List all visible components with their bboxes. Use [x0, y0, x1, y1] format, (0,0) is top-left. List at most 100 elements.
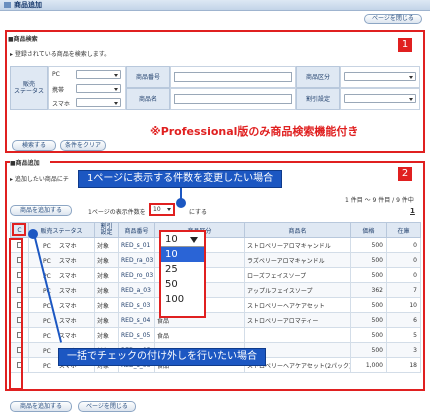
status-mobile-select[interactable] — [76, 84, 121, 93]
close-page-button-top[interactable]: ページを閉じる — [364, 14, 422, 24]
per-page-select[interactable]: 10 — [149, 203, 175, 216]
cell-name: ストロベリーアロマキャンドル — [244, 237, 351, 253]
cell-status: PCスマホ — [28, 282, 95, 298]
cell-status: PC スマホ — [28, 312, 95, 328]
cell-number: RED_ro_03 — [118, 267, 155, 283]
cell-number: RED_s_05 — [118, 327, 155, 343]
cell-discount: 対象 — [94, 282, 119, 298]
status-pc: PC — [43, 347, 51, 355]
window-title: 商品追加 — [14, 1, 42, 9]
cell-stock: 3 — [386, 342, 421, 358]
per-page-option-100[interactable]: 100 — [161, 292, 204, 307]
cell-stock: 0 — [386, 237, 421, 253]
cell-price: 500 — [350, 297, 387, 313]
professional-note: ※Professional版のみ商品検索機能付き — [150, 125, 359, 138]
search-header: ■商品検索 — [8, 36, 38, 43]
search-button[interactable]: 検索する — [12, 140, 56, 151]
callout-pointer-per-page — [176, 198, 186, 208]
cell-discount: 対象 — [94, 237, 119, 253]
status-pc-label: PC — [52, 71, 60, 78]
table-row: PC スマホ 対象 RED_ro_03 ローズフェイスソープ 500 0 — [10, 267, 421, 283]
window-titlebar: 商品追加 — [0, 0, 430, 11]
col-status: 販売ステータス — [28, 222, 95, 238]
cell-stock: 5 — [386, 327, 421, 343]
status-pc: PC — [43, 362, 51, 370]
table-row: PCスマホ対象RED_a_03 アップルフェイスソープ3627 — [10, 282, 421, 298]
cell-name: アップルフェイスソープ — [244, 282, 351, 298]
cell-name — [244, 327, 351, 343]
close-page-button-bottom[interactable]: ページを閉じる — [78, 401, 136, 412]
table-row: PC スマホ 対象 RED_s_03 ストロベリーヘアケアセット 500 10 — [10, 297, 421, 313]
status-mobile-label: 携帯 — [52, 87, 65, 94]
add-panel-badge: 2 — [398, 167, 412, 181]
per-page-option-10[interactable]: 10 — [161, 247, 204, 262]
status-smartphone-label: スマホ — [52, 101, 70, 108]
per-page-dropdown-current[interactable]: 10 — [161, 232, 204, 247]
status-smartphone: スマホ — [58, 302, 77, 310]
cell-price: 500 — [350, 327, 387, 343]
product-number-input[interactable] — [174, 72, 292, 82]
clear-conditions-button[interactable]: 条件をクリア — [60, 140, 106, 151]
record-count: 1 件目 ～ 9 件目 / 9 件中 — [345, 197, 414, 204]
status-pc: PC — [43, 257, 51, 265]
cell-name: ストロベリーヘアケアセット — [244, 297, 351, 313]
search-subtitle: ▸ 登録されている商品を検索します。 — [10, 51, 111, 58]
add-header: ■商品追加 — [10, 158, 50, 167]
cell-stock: 18 — [386, 357, 421, 373]
status-label: 販売 ステータス — [10, 66, 48, 110]
category-select[interactable] — [344, 72, 416, 81]
cell-stock: 7 — [386, 282, 421, 298]
col-name: 商品名 — [244, 222, 351, 238]
add-subtitle: ▸ 追加したい商品にチ — [10, 176, 69, 183]
chevron-down-icon — [190, 237, 198, 243]
per-page-option-25[interactable]: 25 — [161, 262, 204, 277]
status-pc: PC — [43, 242, 51, 250]
col-discount: 割引 設定 — [94, 222, 119, 238]
cell-price: 1,000 — [350, 357, 387, 373]
product-name-input[interactable] — [174, 94, 292, 104]
add-product-button-bottom[interactable]: 商品を追加する — [10, 401, 72, 412]
add-product-button-top[interactable]: 商品を追加する — [10, 205, 72, 216]
status-smartphone: スマホ — [58, 272, 77, 280]
cell-discount: 対象 — [94, 327, 119, 343]
product-number-label: 商品番号 — [126, 66, 170, 88]
bulk-check-header-highlight — [12, 223, 26, 236]
cell-price: 500 — [350, 312, 387, 328]
window-icon — [4, 2, 11, 8]
cell-price: 362 — [350, 282, 387, 298]
cell-number: RED_ra_03 — [118, 252, 155, 268]
cell-price: 500 — [350, 237, 387, 253]
cell-price: 500 — [350, 342, 387, 358]
status-pc: PC — [43, 332, 51, 340]
per-page-prefix: 1ページの表示件数を — [88, 209, 146, 216]
table-row: PC スマホ 対象 RED_ra_03 ラズベリーアロマキャンドル 500 0 — [10, 252, 421, 268]
discount-select[interactable] — [344, 94, 416, 103]
status-smartphone: スマホ — [58, 332, 77, 340]
cell-discount: 対象 — [94, 312, 119, 328]
table-row: PC スマホ 対象 RED_s_01 ストロベリーアロマキャンドル 500 0 — [10, 237, 421, 253]
per-page-option-50[interactable]: 50 — [161, 277, 204, 292]
per-page-dropdown[interactable]: 10 10 25 50 100 — [159, 230, 206, 318]
table-row: PC スマホ 対象 RED_s_05 食品 500 5 — [10, 327, 421, 343]
cell-price: 500 — [350, 267, 387, 283]
cell-number: RED_a_03 — [118, 282, 155, 298]
status-smartphone: スマホ — [58, 242, 77, 250]
cell-name: ラズベリーアロマキャンドル — [244, 252, 351, 268]
cell-status: PCスマホ — [28, 297, 95, 313]
cell-name: ストロベリーアロマティー — [244, 312, 351, 328]
cell-stock: 10 — [386, 297, 421, 313]
chevron-down-icon — [167, 208, 171, 211]
callout-per-page: 1ページに表示する件数を変更したい場合 — [78, 170, 283, 188]
status-smartphone-select[interactable] — [76, 98, 121, 107]
discount-label: 割引設定 — [296, 88, 340, 110]
callout-bulk-check: 一括でチェックの付け外しを行いたい場合 — [58, 348, 266, 366]
cell-number: RED_s_03 — [118, 297, 155, 313]
status-pc-select[interactable] — [76, 70, 121, 79]
status-pc: PC — [43, 317, 51, 325]
col-number: 商品番号 — [118, 222, 155, 238]
cell-number: RED_s_04 — [118, 312, 155, 328]
cell-stock: 6 — [386, 312, 421, 328]
status-smartphone: スマホ — [58, 257, 77, 265]
status-smartphone: スマホ — [58, 317, 77, 325]
cell-stock: 0 — [386, 267, 421, 283]
